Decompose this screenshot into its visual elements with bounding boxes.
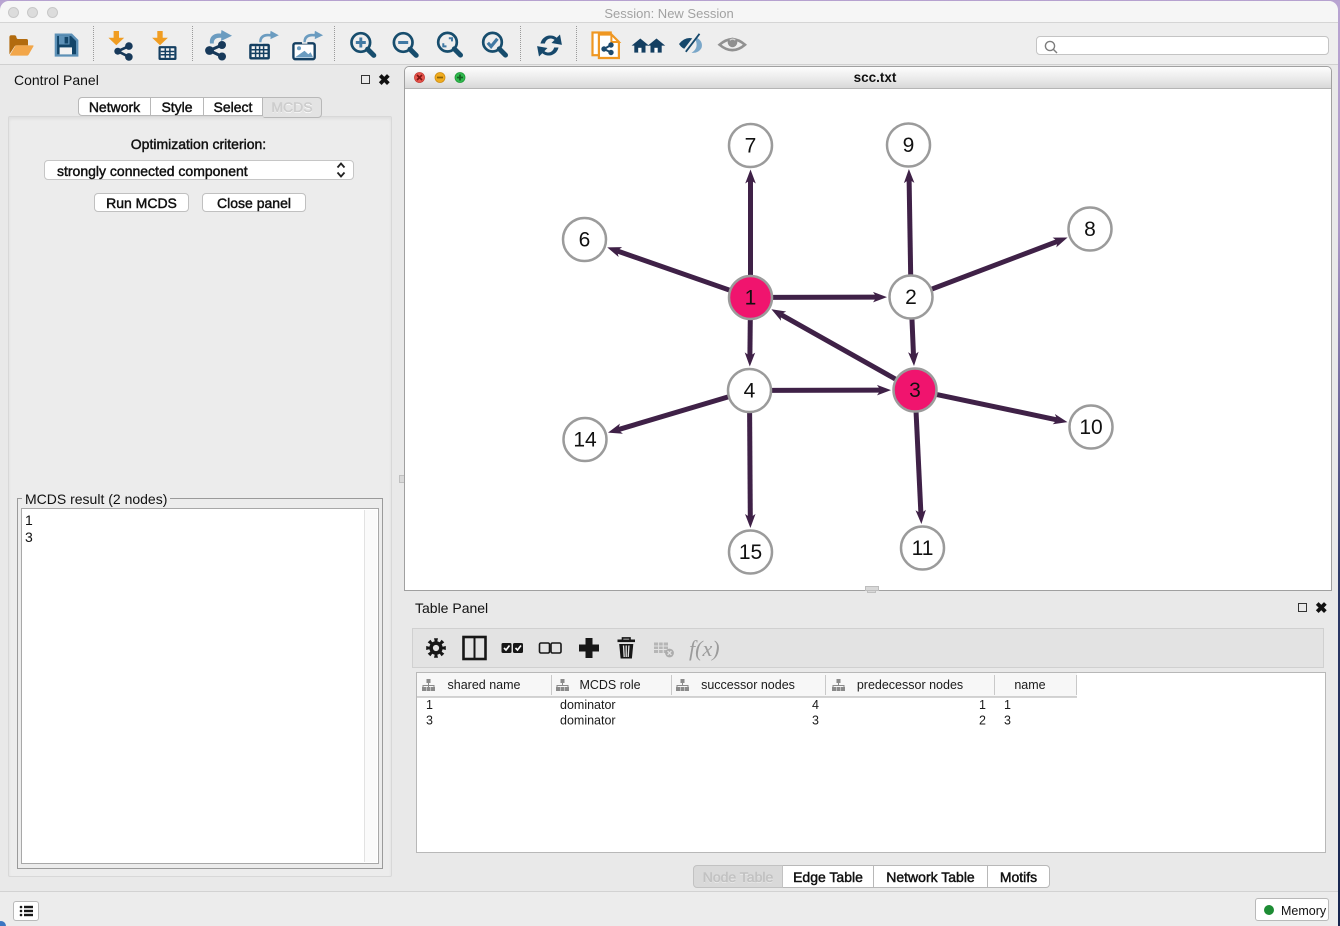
svg-text:10: 10 [1079,416,1102,439]
svg-text:shared name: shared name [448,678,521,692]
svg-text:successor nodes: successor nodes [701,678,795,692]
svg-text:2: 2 [979,714,986,728]
svg-text:1: 1 [745,287,757,310]
svg-text:3: 3 [426,714,433,728]
svg-text:3: 3 [1004,714,1011,728]
svg-text:6: 6 [579,229,591,252]
svg-text:1: 1 [1004,698,1011,712]
svg-text:3: 3 [812,714,819,728]
svg-text:4: 4 [744,380,756,403]
svg-text:9: 9 [903,134,915,157]
svg-text:8: 8 [1084,218,1096,241]
svg-text:11: 11 [912,537,934,560]
svg-text:4: 4 [812,698,819,712]
svg-text:f(x): f(x) [689,636,720,661]
svg-text:14: 14 [573,429,597,452]
svg-text:15: 15 [739,541,762,564]
svg-text:predecessor nodes: predecessor nodes [857,678,963,692]
svg-text:dominator: dominator [560,714,616,728]
svg-text:name: name [1014,678,1045,692]
svg-text:dominator: dominator [560,698,616,712]
svg-text:3: 3 [909,379,921,402]
svg-text:7: 7 [745,135,757,158]
svg-text:1: 1 [979,698,986,712]
svg-text:1: 1 [426,698,433,712]
svg-text:2: 2 [905,286,917,309]
svg-text:MCDS role: MCDS role [579,678,640,692]
